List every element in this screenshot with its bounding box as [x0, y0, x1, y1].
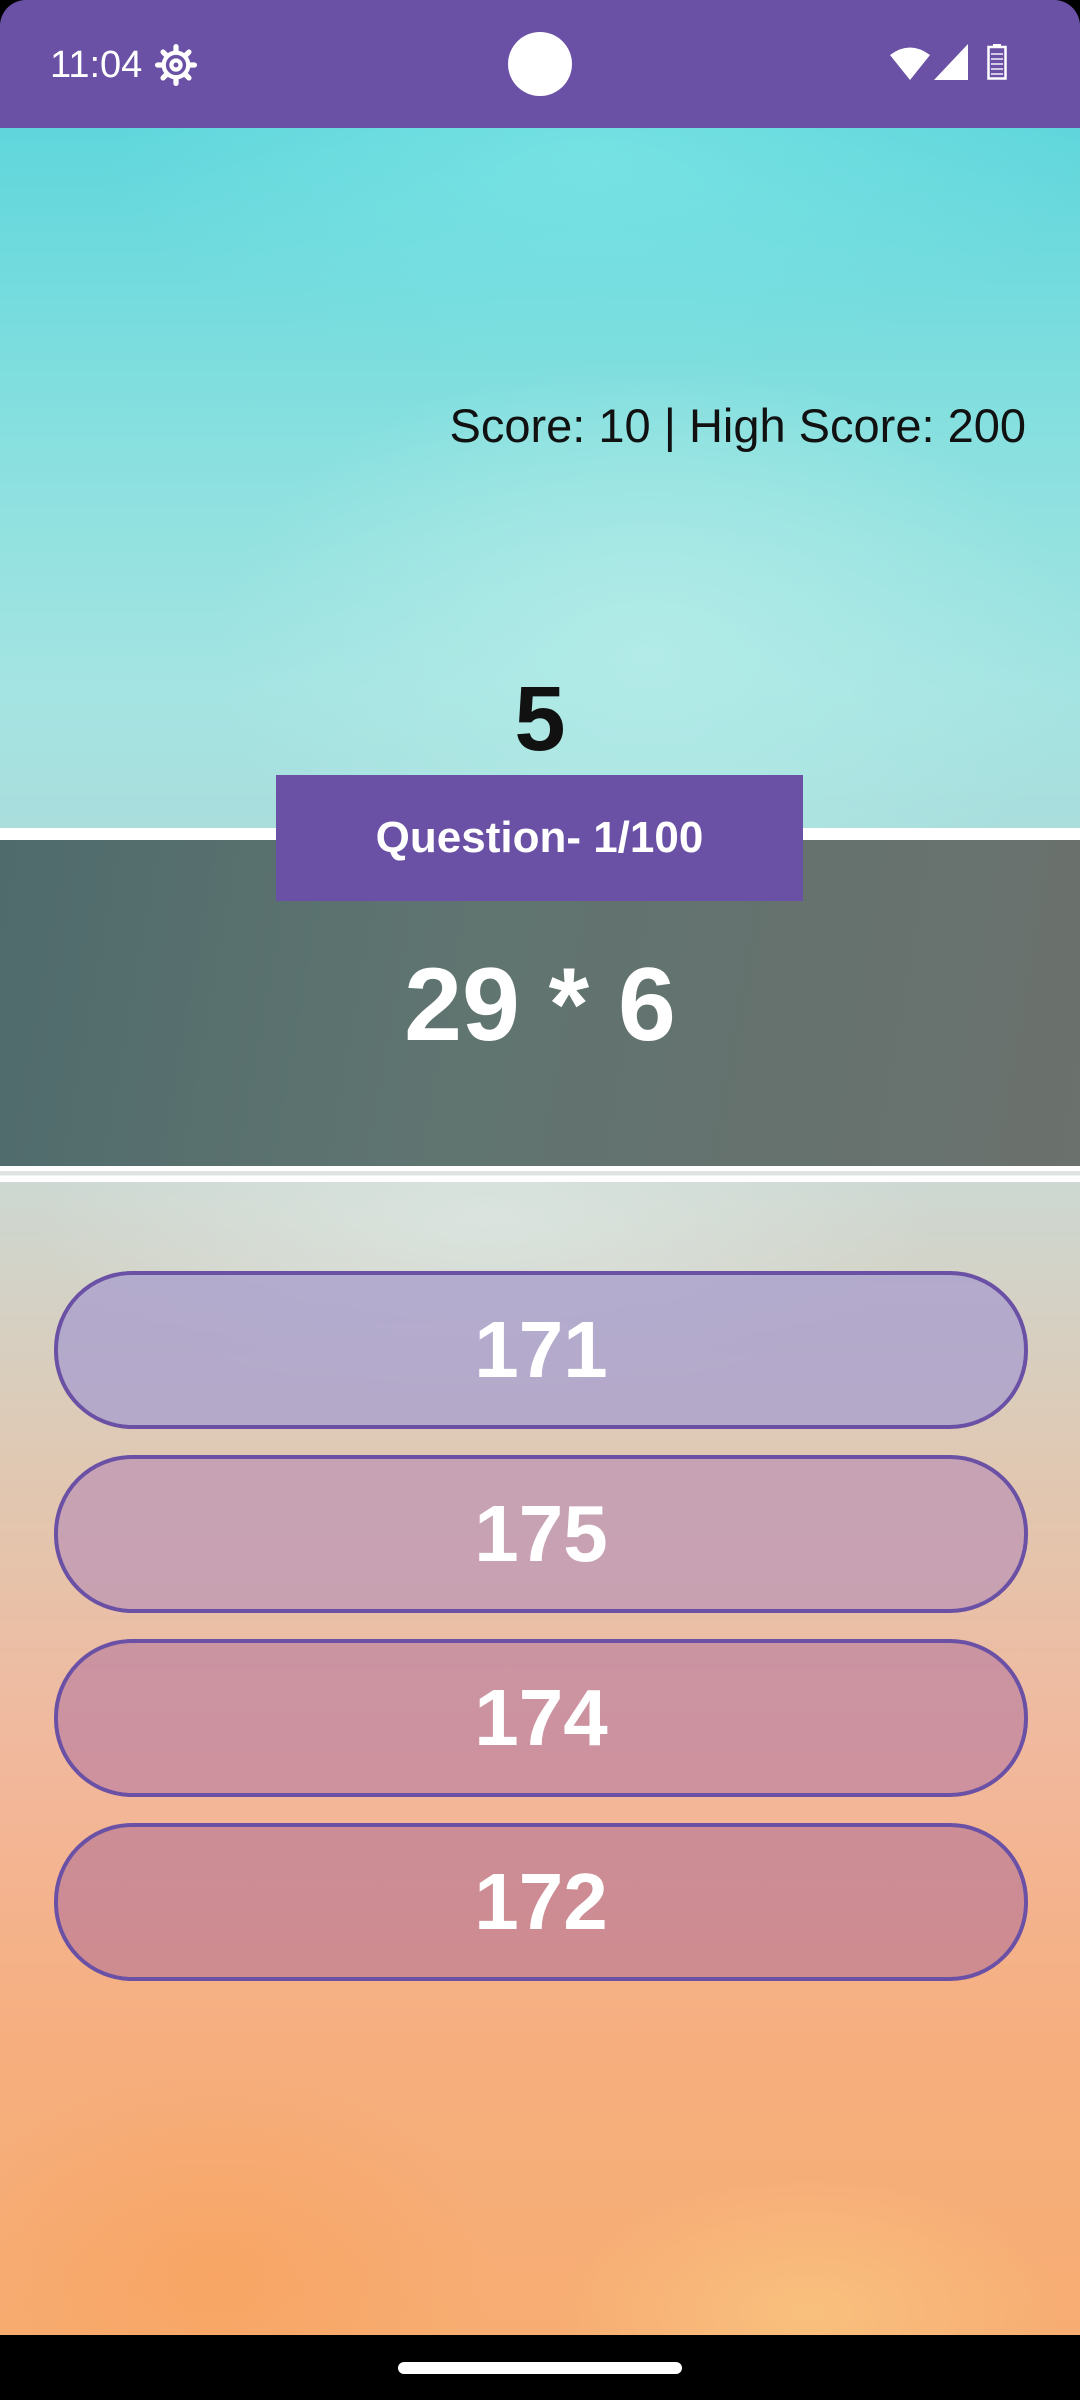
- question-counter-banner: Question- 1/100: [276, 775, 803, 901]
- status-time: 11:04: [50, 44, 143, 86]
- score-text: Score: 10 | High Score: 200: [449, 399, 1026, 452]
- gear-icon: [155, 44, 197, 86]
- question-expression: 29 * 6: [404, 947, 676, 1063]
- signal-icon: [934, 44, 968, 80]
- timer-value: 5: [514, 668, 566, 770]
- battery-icon: [987, 44, 1007, 80]
- answer-label: 174: [474, 1673, 608, 1762]
- score-panel: Score: 10 | High Score: 200 5: [0, 128, 1080, 828]
- home-gesture-handle[interactable]: [398, 2362, 682, 2374]
- answer-label: 172: [474, 1857, 608, 1946]
- answer-button-1[interactable]: 171: [54, 1271, 1028, 1429]
- divider-bottom: [0, 1166, 1080, 1182]
- wifi-icon: [890, 47, 930, 80]
- answer-label: 171: [474, 1305, 608, 1394]
- answer-button-2[interactable]: 175: [54, 1455, 1028, 1613]
- answer-label: 175: [474, 1489, 608, 1578]
- camera-cutout: [508, 32, 572, 96]
- answer-button-4[interactable]: 172: [54, 1823, 1028, 1981]
- answer-button-3[interactable]: 174: [54, 1639, 1028, 1797]
- status-bar: 11:04: [0, 0, 1080, 128]
